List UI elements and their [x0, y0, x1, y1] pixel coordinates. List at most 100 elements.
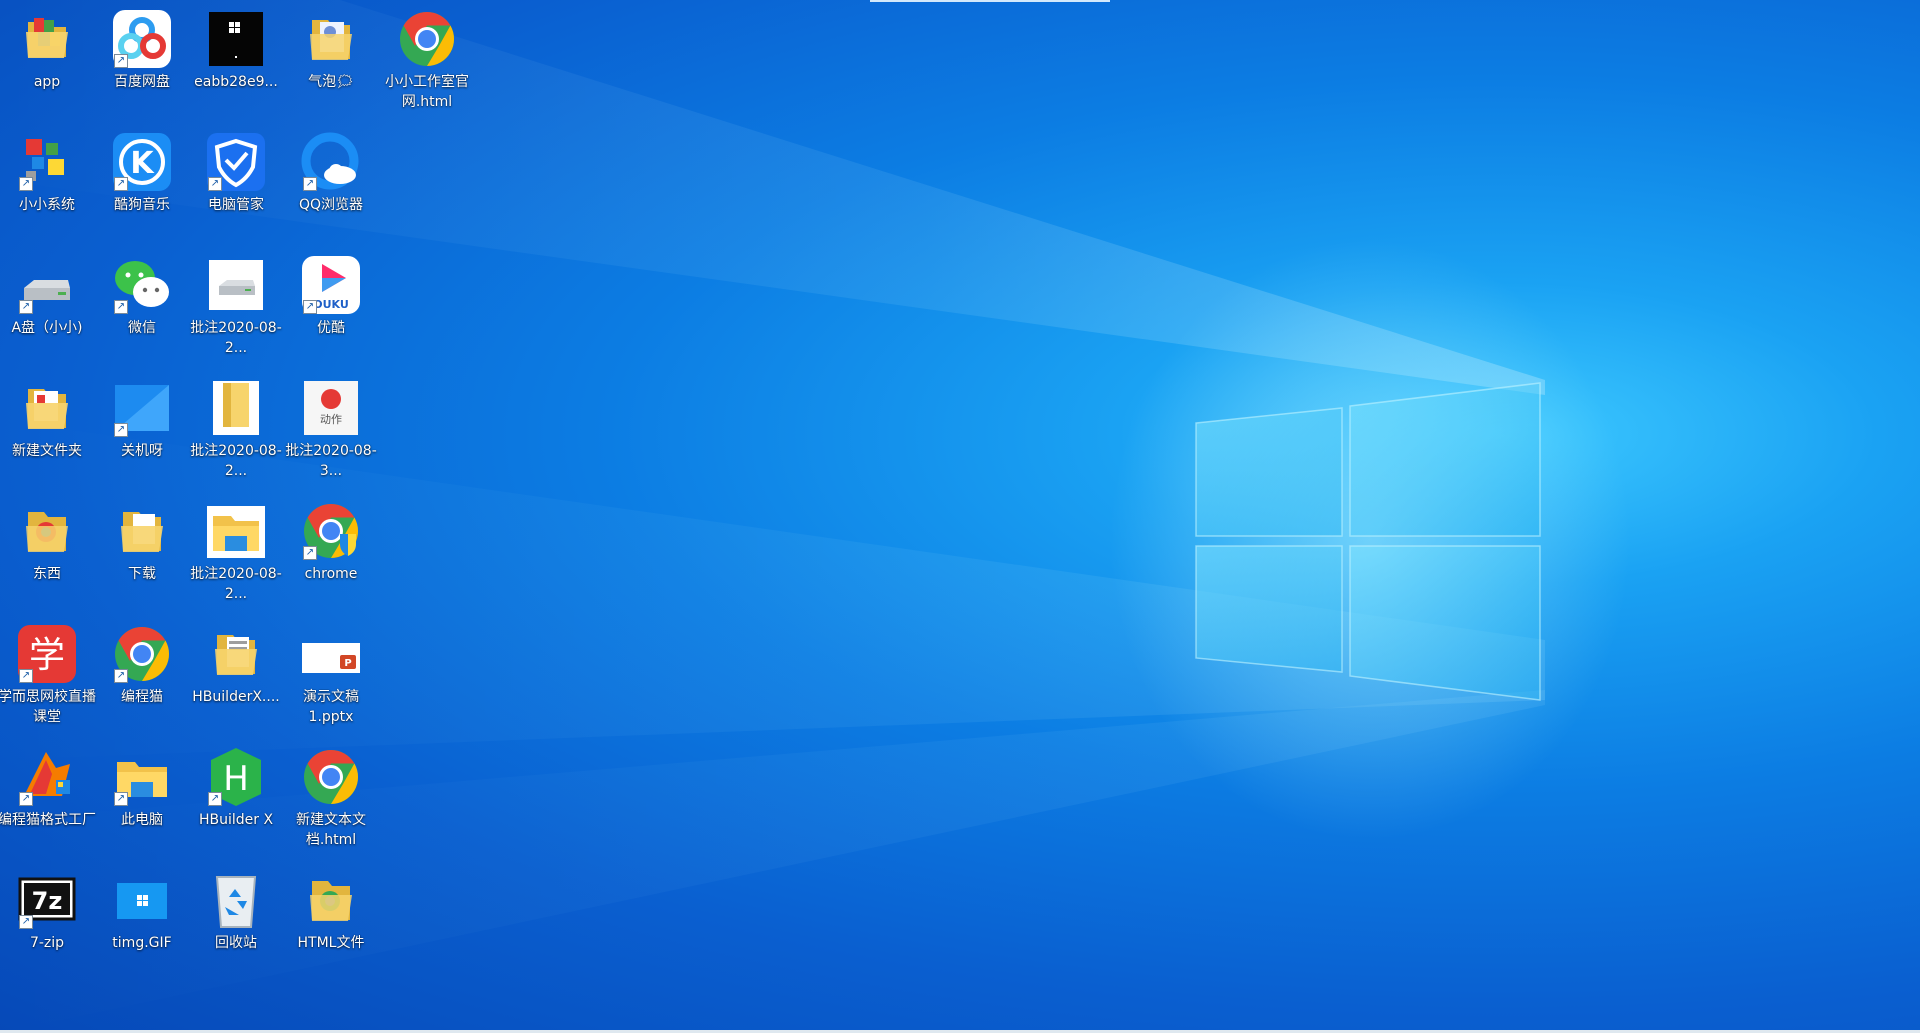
icon-label: 百度网盘: [114, 74, 170, 90]
desktop-icon-app[interactable]: app: [0, 8, 94, 92]
svg-text:学: 学: [29, 635, 65, 676]
icon-label: eabb28e9...: [194, 74, 278, 90]
folder-icon: [310, 20, 352, 60]
file-explorer-icon: [207, 506, 265, 558]
icon-label: 气泡🗯: [308, 74, 354, 90]
pptx-icon: P: [302, 643, 360, 673]
desktop-icon-eabb28e9[interactable]: eabb28e9...: [189, 8, 283, 92]
shortcut-arrow-icon: ↗: [19, 792, 33, 806]
icon-label: A盘（小小): [11, 320, 83, 336]
chrome-icon: [400, 11, 455, 66]
shortcut-arrow-icon: ↗: [114, 423, 128, 437]
svg-text:H: H: [223, 759, 249, 799]
icon-label: 新建文本文档.html: [296, 812, 366, 848]
desktop-icon-xueersi[interactable]: 学 ↗ 学而思网校直播课堂: [0, 623, 96, 727]
icon-label: 批注2020-08-2...: [190, 566, 282, 602]
shortcut-arrow-icon: ↗: [19, 300, 33, 314]
desktop-icon-biancheng-mao[interactable]: ↗ 编程猫: [95, 623, 189, 707]
icon-label: 此电脑: [121, 812, 163, 828]
shortcut-arrow-icon: ↗: [114, 54, 128, 68]
desktop-icon-qq-browser[interactable]: ↗ QQ浏览器: [284, 131, 378, 215]
document-yellow-icon: [213, 381, 259, 435]
icon-label: 批注2020-08-3...: [285, 443, 377, 479]
drive-thumbnail-icon: [209, 260, 263, 310]
shortcut-arrow-icon: ↗: [114, 792, 128, 806]
icon-label: 批注2020-08-2...: [190, 320, 282, 356]
desktop-icon-timg-gif[interactable]: timg.GIF: [95, 869, 189, 953]
dongzuo-card-icon: 动作: [304, 381, 358, 435]
desktop-icon-xiaoxiao-studio-html[interactable]: 小小工作室官网.html: [380, 8, 474, 112]
desktop-icon-pizhu-1[interactable]: 批注2020-08-2...: [189, 254, 283, 358]
icon-label: 电脑管家: [208, 197, 264, 213]
shortcut-arrow-icon: ↗: [19, 915, 33, 929]
desktop-icon-pc-manager[interactable]: ↗ 电脑管家: [189, 131, 283, 215]
shortcut-arrow-icon: ↗: [114, 669, 128, 683]
desktop-icon-hbuilderx-folder[interactable]: HBuilderX....: [189, 623, 283, 707]
desktop-icon-a-drive[interactable]: ↗ A盘（小小): [0, 254, 94, 338]
folder-icon: [121, 512, 163, 552]
windows-tile-icon: [117, 883, 167, 919]
folder-icon: [310, 881, 352, 921]
folder-icon: [26, 512, 68, 552]
icon-label: HTML文件: [297, 935, 365, 951]
shortcut-arrow-icon: ↗: [208, 792, 222, 806]
desktop-icon-this-pc[interactable]: ↗ 此电脑: [95, 746, 189, 830]
desktop-icon-pizhu-2[interactable]: 批注2020-08-2...: [189, 377, 283, 481]
svg-text:P: P: [344, 658, 351, 669]
folder-icon: [215, 635, 257, 675]
desktop[interactable]: app ↗ 小小系统 ↗ A盘（小小) 新建文件夹 东西 学 ↗ 学而思网校直播…: [0, 0, 1920, 1033]
desktop-icon-format-factory[interactable]: ↗ 编程猫格式工厂: [0, 746, 96, 830]
desktop-icon-pizhu-4[interactable]: 批注2020-08-2...: [189, 500, 283, 604]
folder-icon: [26, 18, 68, 58]
icon-label: 小小系统: [19, 197, 75, 213]
desktop-icon-recycle-bin[interactable]: 回收站: [189, 869, 283, 953]
desktop-icon-kugou[interactable]: K ↗ 酷狗音乐: [95, 131, 189, 215]
recycle-bin-icon: [215, 876, 257, 928]
icon-label: 微信: [128, 320, 156, 336]
desktop-icon-xiaoxiao-system[interactable]: ↗ 小小系统: [0, 131, 94, 215]
desktop-icon-7zip[interactable]: 7z ↗ 7-zip: [0, 869, 94, 953]
icon-label: 东西: [33, 566, 61, 582]
desktop-icon-youku[interactable]: OUKU ↗ 优酷: [284, 254, 378, 338]
top-edge-highlight: [870, 0, 1110, 2]
desktop-icon-xiazai[interactable]: 下载: [95, 500, 189, 584]
icon-label: app: [33, 74, 61, 90]
icon-label: 批注2020-08-2...: [190, 443, 282, 479]
icon-label: 新建文件夹: [12, 443, 82, 459]
shortcut-arrow-icon: ↗: [114, 177, 128, 191]
icon-label: 编程猫格式工厂: [0, 812, 96, 828]
svg-text:7z: 7z: [32, 887, 63, 915]
shortcut-arrow-icon: ↗: [303, 177, 317, 191]
svg-text:K: K: [130, 146, 155, 181]
icon-label: 下载: [128, 566, 156, 582]
chrome-icon: [304, 750, 359, 804]
desktop-icon-new-html[interactable]: 新建文本文档.html: [284, 746, 378, 850]
icon-label: 编程猫: [121, 689, 163, 705]
icon-label: 演示文稿1.pptx: [303, 689, 359, 725]
desktop-icon-hbuilder-x[interactable]: H ↗ HBuilder X: [189, 746, 283, 830]
icon-label: 优酷: [317, 320, 345, 336]
icon-label: 酷狗音乐: [114, 197, 170, 213]
icon-label: 回收站: [215, 935, 257, 951]
desktop-icon-chrome[interactable]: ↗ chrome: [284, 500, 378, 584]
svg-text:动作: 动作: [320, 413, 342, 426]
desktop-icon-wechat[interactable]: ↗ 微信: [95, 254, 189, 338]
desktop-icon-pizhu-3[interactable]: 动作 批注2020-08-3...: [284, 377, 378, 481]
desktop-icon-baidu-netdisk[interactable]: ↗ 百度网盘: [95, 8, 189, 92]
shortcut-arrow-icon: ↗: [19, 669, 33, 683]
icon-label: timg.GIF: [112, 935, 172, 951]
icon-label: 学而思网校直播课堂: [0, 689, 96, 725]
folder-icon: [26, 389, 68, 429]
icon-label: HBuilder X: [198, 812, 274, 828]
desktop-icon-pptx[interactable]: P 演示文稿1.pptx: [284, 623, 378, 727]
desktop-icon-html-folder[interactable]: HTML文件: [284, 869, 378, 953]
icon-label: 7-zip: [29, 935, 65, 951]
shortcut-arrow-icon: ↗: [208, 177, 222, 191]
desktop-icon-qipao[interactable]: 气泡🗯: [284, 8, 378, 92]
desktop-icon-new-folder[interactable]: 新建文件夹: [0, 377, 94, 461]
black-window-thumbnail-icon: [209, 12, 263, 66]
icon-label: HBuilderX....: [192, 689, 280, 705]
desktop-icon-dongxi[interactable]: 东西: [0, 500, 94, 584]
desktop-icon-guanji[interactable]: ↗ 关机呀: [95, 377, 189, 461]
svg-text:OUKU: OUKU: [313, 298, 349, 311]
